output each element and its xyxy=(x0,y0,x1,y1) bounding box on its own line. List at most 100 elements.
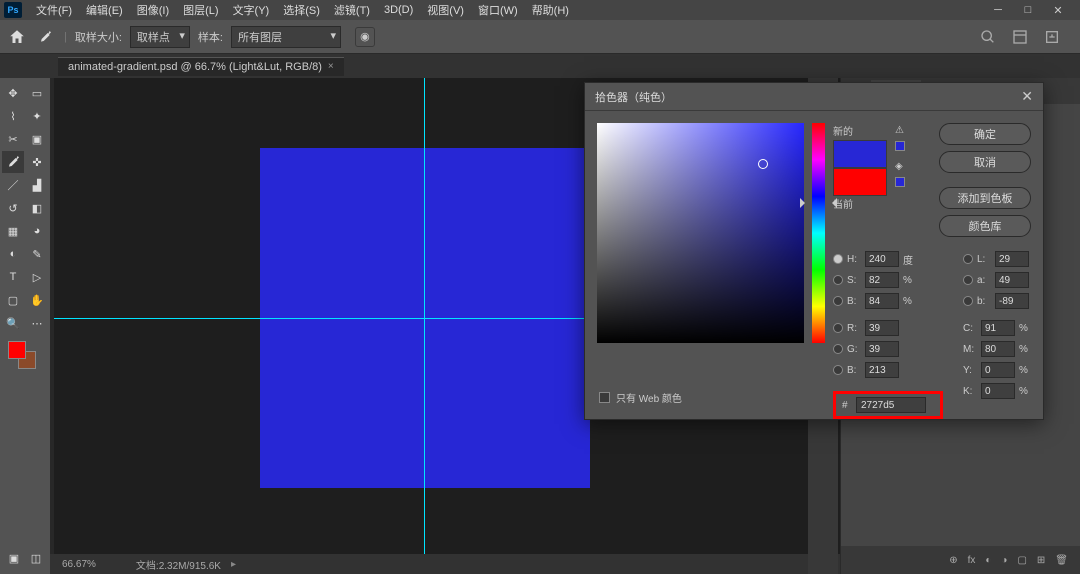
websafe-swatch[interactable] xyxy=(895,177,905,187)
path-select-tool[interactable]: ▷ xyxy=(26,266,48,288)
screen-mode-icon[interactable]: ◫ xyxy=(28,550,44,566)
input-b-rgb[interactable] xyxy=(865,362,899,378)
rectangle-tool[interactable]: ▢ xyxy=(2,289,24,311)
radio-a[interactable] xyxy=(963,275,973,285)
brush-tool[interactable]: ／ xyxy=(2,174,24,196)
menu-layer[interactable]: 图层(L) xyxy=(177,0,224,20)
input-a[interactable] xyxy=(995,272,1029,288)
workspace-icon[interactable] xyxy=(1012,29,1028,45)
color-field-cursor[interactable] xyxy=(758,159,768,169)
zoom-tool[interactable]: 🔍 xyxy=(2,312,24,334)
cancel-button[interactable]: 取消 xyxy=(939,151,1031,173)
menu-image[interactable]: 图像(I) xyxy=(131,0,175,20)
gamut-swatch[interactable] xyxy=(895,141,905,151)
share-icon[interactable] xyxy=(1044,29,1060,45)
new-layer-icon[interactable]: ⊞ xyxy=(1037,555,1045,566)
menu-view[interactable]: 视图(V) xyxy=(421,0,470,20)
input-m[interactable] xyxy=(981,341,1015,357)
frame-tool[interactable]: ▣ xyxy=(26,128,48,150)
search-icon[interactable] xyxy=(980,29,996,45)
dialog-close-icon[interactable]: ✕ xyxy=(1021,88,1033,105)
sample-size-dropdown[interactable]: 取样点 xyxy=(130,26,190,48)
menu-select[interactable]: 选择(S) xyxy=(277,0,326,20)
radio-b[interactable] xyxy=(833,296,843,306)
radio-b-rgb[interactable] xyxy=(833,365,843,375)
healing-brush-tool[interactable]: ✜ xyxy=(26,151,48,173)
pen-tool[interactable]: ✎ xyxy=(26,243,48,265)
gradient-tool[interactable]: ▦ xyxy=(2,220,24,242)
menu-edit[interactable]: 编辑(E) xyxy=(80,0,129,20)
doc-info[interactable]: 文档:2.32M/915.6K xyxy=(136,557,221,572)
trash-icon[interactable]: 🗑 xyxy=(1055,555,1068,566)
tab-close-icon[interactable]: × xyxy=(328,61,334,72)
vertical-guide[interactable] xyxy=(424,78,425,554)
blur-tool[interactable]: ◕ xyxy=(26,220,48,242)
tool-preset-icon[interactable] xyxy=(34,27,56,47)
menu-3d[interactable]: 3D(D) xyxy=(378,2,419,18)
color-swatches[interactable] xyxy=(2,341,48,379)
websafe-warning-icon[interactable]: ◈ xyxy=(895,161,907,173)
zoom-level[interactable]: 66.67% xyxy=(62,559,96,570)
hue-slider[interactable] xyxy=(812,123,825,343)
eyedropper-tool[interactable] xyxy=(2,151,24,173)
gamut-warning-icon[interactable]: ⚠ xyxy=(895,125,907,137)
crop-tool[interactable]: ✂ xyxy=(2,128,24,150)
hue-cursor[interactable] xyxy=(808,201,829,205)
input-g[interactable] xyxy=(865,341,899,357)
menu-type[interactable]: 文字(Y) xyxy=(227,0,276,20)
input-b-hsb[interactable] xyxy=(865,293,899,309)
folder-icon[interactable]: ▢ xyxy=(1017,555,1026,566)
mask-icon[interactable]: ◐ xyxy=(985,555,991,566)
quick-mask-icon[interactable]: ▣ xyxy=(6,550,22,566)
radio-l[interactable] xyxy=(963,254,973,264)
dodge-tool[interactable]: ◐ xyxy=(2,243,24,265)
type-tool[interactable]: T xyxy=(2,266,24,288)
color-library-button[interactable]: 颜色库 xyxy=(939,215,1031,237)
link-icon[interactable]: ⊕ xyxy=(949,555,957,566)
close-icon[interactable]: ✕ xyxy=(1052,4,1064,16)
quick-select-tool[interactable]: ✦ xyxy=(26,105,48,127)
sample-size-label: 取样大小: xyxy=(75,29,122,45)
menu-help[interactable]: 帮助(H) xyxy=(526,0,575,20)
app-logo: Ps xyxy=(4,2,22,18)
input-c[interactable] xyxy=(981,320,1015,336)
menu-filter[interactable]: 滤镜(T) xyxy=(328,0,376,20)
menu-window[interactable]: 窗口(W) xyxy=(472,0,524,20)
ok-button[interactable]: 确定 xyxy=(939,123,1031,145)
web-only-checkbox[interactable] xyxy=(599,392,610,403)
input-y[interactable] xyxy=(981,362,1015,378)
radio-g[interactable] xyxy=(833,344,843,354)
foreground-color[interactable] xyxy=(8,341,26,359)
fx-icon[interactable]: fx xyxy=(968,555,976,566)
input-h[interactable] xyxy=(865,251,899,267)
marquee-tool[interactable]: ▭ xyxy=(26,82,48,104)
menu-file[interactable]: 文件(F) xyxy=(30,0,78,20)
sample-layers-dropdown[interactable]: 所有图层 xyxy=(231,26,341,48)
hand-tool[interactable]: ✋ xyxy=(26,289,48,311)
maximize-icon[interactable]: □ xyxy=(1022,4,1034,16)
home-icon[interactable] xyxy=(8,28,26,46)
minimize-icon[interactable]: ─ xyxy=(992,4,1004,16)
document-tab[interactable]: animated-gradient.psd @ 66.7% (Light&Lut… xyxy=(58,57,344,76)
lasso-tool[interactable]: ⌇ xyxy=(2,105,24,127)
input-l[interactable] xyxy=(995,251,1029,267)
add-swatch-button[interactable]: 添加到色板 xyxy=(939,187,1031,209)
radio-r[interactable] xyxy=(833,323,843,333)
radio-s[interactable] xyxy=(833,275,843,285)
show-sampling-ring-icon[interactable]: ◉ xyxy=(355,27,375,47)
radio-lab-b[interactable] xyxy=(963,296,973,306)
color-field[interactable] xyxy=(597,123,804,343)
input-hex[interactable] xyxy=(856,397,926,413)
edit-toolbar[interactable]: ⋯ xyxy=(26,312,48,334)
current-color-swatch[interactable] xyxy=(833,168,887,196)
eraser-tool[interactable]: ◧ xyxy=(26,197,48,219)
radio-h[interactable] xyxy=(833,254,843,264)
input-r[interactable] xyxy=(865,320,899,336)
adjustment-icon[interactable]: ◑ xyxy=(1001,555,1007,566)
move-tool[interactable]: ✥ xyxy=(2,82,24,104)
input-k[interactable] xyxy=(981,383,1015,399)
input-lab-b[interactable] xyxy=(995,293,1029,309)
input-s[interactable] xyxy=(865,272,899,288)
stamp-tool[interactable]: ▟ xyxy=(26,174,48,196)
history-brush-tool[interactable]: ↺ xyxy=(2,197,24,219)
